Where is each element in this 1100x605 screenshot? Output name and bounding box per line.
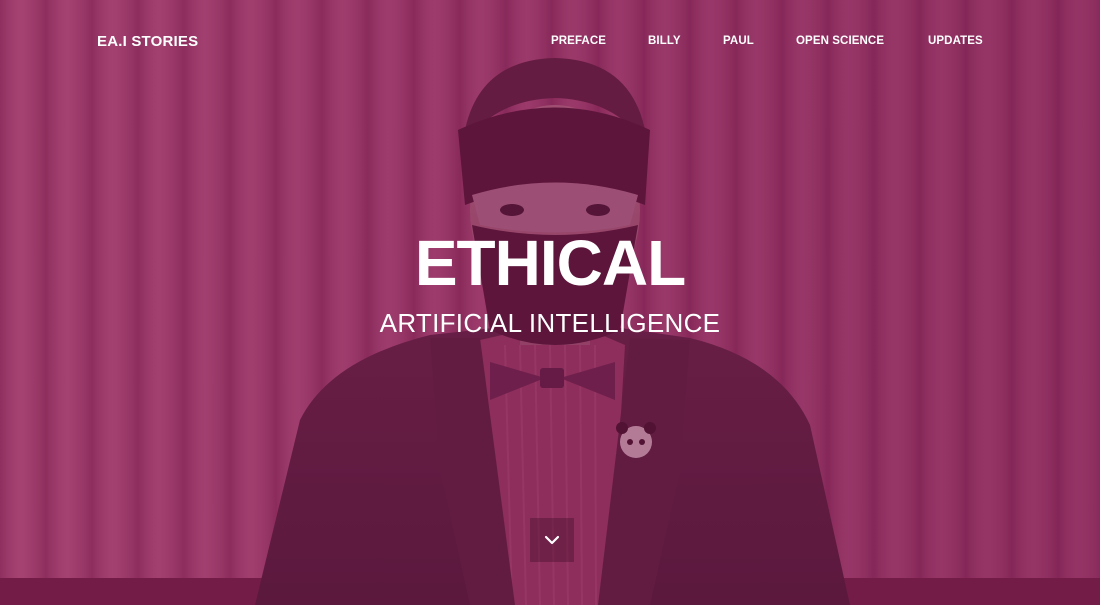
hero-section: EA.I STORIES PREFACE BILLY PAUL OPEN SCI…: [0, 0, 1100, 605]
hero-title: ETHICAL: [414, 227, 686, 299]
hero-subtitle: ARTIFICIAL INTELLIGENCE: [379, 308, 721, 338]
color-overlay: [0, 0, 1100, 605]
nav-item-updates[interactable]: UPDATES: [928, 35, 983, 47]
main-nav: PREFACE BILLY PAUL OPEN SCIENCE UPDATES: [0, 35, 1100, 55]
nav-item-preface[interactable]: PREFACE: [551, 35, 606, 47]
chevron-down-icon: [544, 535, 560, 545]
nav-item-paul[interactable]: PAUL: [723, 35, 754, 47]
nav-item-billy[interactable]: BILLY: [648, 35, 681, 47]
nav-item-open-science[interactable]: OPEN SCIENCE: [796, 35, 884, 47]
scroll-down-button[interactable]: [530, 518, 574, 562]
